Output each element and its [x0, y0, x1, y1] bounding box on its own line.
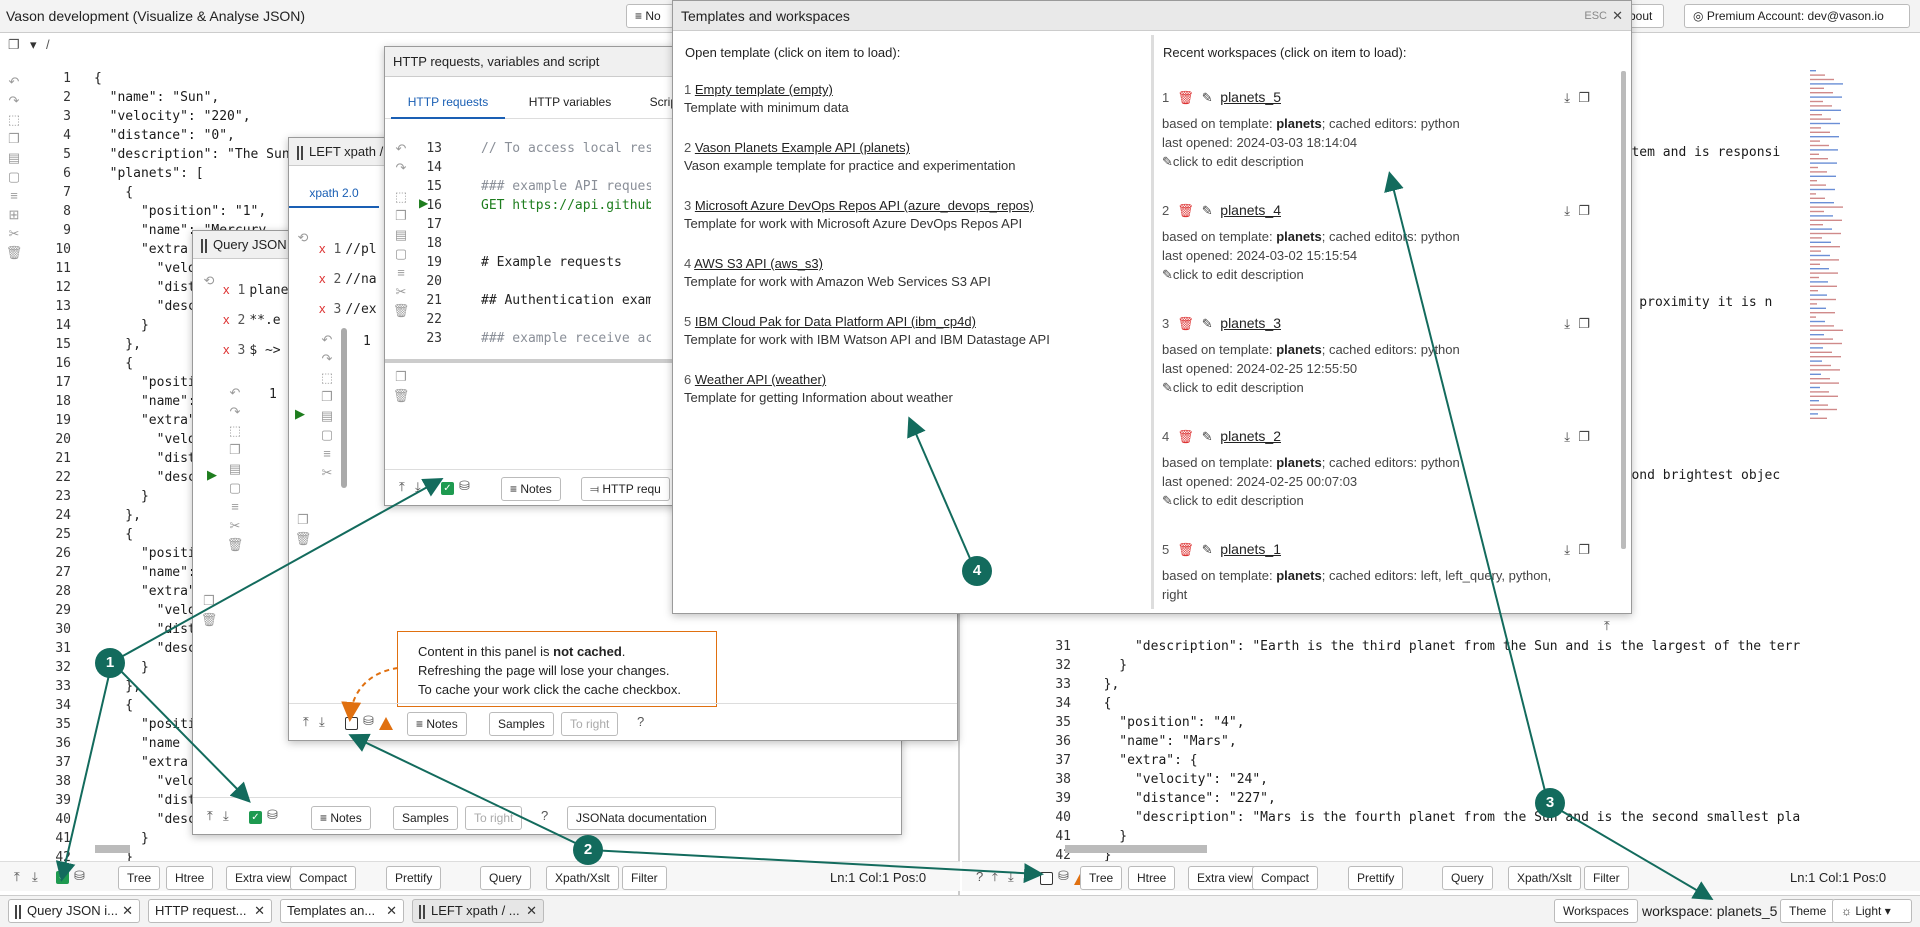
callout-3: 3: [1535, 788, 1565, 818]
status-compact-button[interactable]: Compact: [290, 866, 357, 890]
arrow-3-workspace: [1384, 171, 1549, 804]
status-filter-button[interactable]: Filter: [622, 866, 667, 890]
tooltip-pointer: [341, 667, 399, 722]
callout-1: 1: [95, 648, 125, 678]
status-query-button[interactable]: Query: [480, 866, 531, 890]
arrow-1-query: [111, 661, 251, 803]
status-tree-button[interactable]: Tree: [118, 866, 161, 890]
arrow-1-http: [111, 478, 444, 663]
arrow-4-templates: [907, 416, 976, 571]
status-htree-button[interactable]: Htree: [1128, 866, 1176, 890]
status-filter-button[interactable]: Filter: [1584, 866, 1629, 890]
status-extra-view-button[interactable]: Extra view: [226, 866, 300, 890]
status-tree-button[interactable]: Tree: [1080, 866, 1123, 890]
status-xpath-xslt-button[interactable]: Xpath/Xslt: [1508, 866, 1581, 890]
arrow-1-left: [55, 661, 113, 882]
status-compact-button[interactable]: Compact: [1252, 866, 1319, 890]
arrow-2-xpath: [348, 733, 591, 851]
status-extra-view-button[interactable]: Extra view: [1188, 866, 1262, 890]
status-prettify-button[interactable]: Prettify: [386, 866, 442, 890]
status-xpath-xslt-button[interactable]: Xpath/Xslt: [546, 866, 619, 890]
callout-2: 2: [573, 835, 603, 865]
callout-4: 4: [962, 556, 992, 586]
annotation-arrows: [55, 171, 1714, 901]
status-htree-button[interactable]: Htree: [166, 866, 214, 890]
status-query-button[interactable]: Query: [1442, 866, 1493, 890]
status-prettify-button[interactable]: Prettify: [1348, 866, 1404, 890]
